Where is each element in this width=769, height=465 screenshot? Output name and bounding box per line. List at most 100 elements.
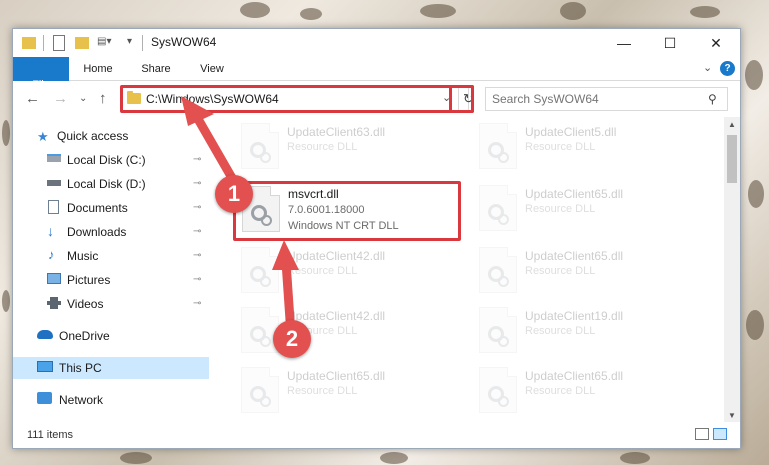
file-item[interactable]: UpdateClient65.dll Resource DLL [471,243,699,299]
navigation-bar: ← → ⌄ ↑ C:\Windows\SysWOW64 ⌄ ↻ ⚲ [13,81,740,117]
status-bar: 111 items [13,422,740,448]
recent-locations-button[interactable]: ⌄ [79,93,87,104]
file-description: Resource DLL [287,385,358,397]
file-description: Resource DLL [525,385,596,397]
sidebar-item-label: Local Disk (C:) [67,153,146,167]
sidebar-item-label: Documents [67,201,128,215]
file-item[interactable]: UpdateClient63.dll Resource DLL [233,119,461,175]
sidebar-item-local-disk-c[interactable]: Local Disk (C:) ⊸ [13,149,209,171]
file-description: Resource DLL [525,265,596,277]
pin-icon[interactable]: ⊸ [193,298,201,309]
file-list: UpdateClient63.dll Resource DLL UpdateCl… [209,117,724,422]
monitor-icon [37,361,53,372]
file-version: 7.0.6001.18000 [288,204,365,216]
maximize-button[interactable]: ☐ [647,29,693,57]
pin-icon[interactable]: ⊸ [193,274,201,285]
sidebar-item-label: OneDrive [59,329,110,343]
details-view-icon[interactable] [695,428,709,440]
properties-icon[interactable] [53,35,65,51]
sidebar-item-onedrive[interactable]: OneDrive [13,325,209,347]
sidebar-item-network[interactable]: Network [13,389,209,411]
dll-file-icon [479,123,517,169]
sidebar-item-documents[interactable]: Documents ⊸ [13,197,209,219]
file-item-msvcrt[interactable]: msvcrt.dll 7.0.6001.18000 Windows NT CRT… [233,181,461,241]
large-icons-view-icon[interactable] [713,428,727,440]
downloads-icon: ↓ [47,223,54,239]
customize-toolbar-icon[interactable]: ▤▾ [97,36,125,52]
file-description: Resource DLL [525,203,596,215]
separator [43,35,44,51]
step-1-badge: 1 [215,175,253,213]
file-name: UpdateClient65.dll [525,249,624,263]
dll-file-icon [479,307,517,353]
sidebar-item-quick-access[interactable]: ★ Quick access [13,125,209,147]
pin-icon[interactable]: ⊸ [193,178,201,189]
toolbar-dropdown-icon[interactable]: ▾ [127,36,137,52]
file-name: UpdateClient65.dll [287,369,386,383]
search-box[interactable]: ⚲ [485,87,728,111]
pin-icon[interactable]: ⊸ [193,250,201,261]
sidebar-item-this-pc[interactable]: This PC [13,357,209,379]
sidebar-item-local-disk-d[interactable]: Local Disk (D:) ⊸ [13,173,209,195]
back-button[interactable]: ← [25,90,40,107]
file-item[interactable]: UpdateClient19.dll Resource DLL [471,303,699,359]
sidebar-item-pictures[interactable]: Pictures ⊸ [13,269,209,291]
help-icon[interactable]: ? [720,61,735,76]
scroll-down-arrow-icon[interactable]: ▼ [724,408,740,422]
chevron-down-icon[interactable]: ⌄ [703,61,712,74]
tab-home[interactable]: Home [73,57,123,81]
file-name: UpdateClient42.dll [287,249,386,263]
music-icon: ♪ [48,247,55,262]
folder-icon [22,37,36,49]
file-item[interactable]: UpdateClient65.dll Resource DLL [471,363,699,419]
ribbon-tabs: File Home Share View ⌄ ? [13,57,740,113]
sidebar-item-label: Videos [67,297,104,311]
sidebar-item-downloads[interactable]: ↓ Downloads ⊸ [13,221,209,243]
explorer-window: ▤▾ ▾ SysWOW64 — ☐ ✕ File Home Share View… [12,28,741,449]
drive-icon [47,154,61,162]
dll-file-icon [241,123,279,169]
dll-file-icon [479,185,517,231]
scroll-thumb[interactable] [727,135,737,183]
sidebar-item-label: Pictures [67,273,111,287]
new-folder-icon[interactable] [75,37,89,49]
drive-icon [47,180,61,186]
refresh-highlight-box [449,85,474,113]
file-item[interactable]: UpdateClient65.dll Resource DLL [233,363,461,419]
tab-view[interactable]: View [187,57,237,81]
file-name: UpdateClient42.dll [287,309,386,323]
search-icon[interactable]: ⚲ [708,92,717,106]
minimize-button[interactable]: — [601,29,647,57]
search-input[interactable] [492,91,702,107]
file-name: UpdateClient19.dll [525,309,624,323]
file-item[interactable]: UpdateClient42.dll Resource DLL [233,243,461,299]
file-item[interactable]: UpdateClient5.dll Resource DLL [471,119,699,175]
vertical-scrollbar[interactable]: ▲ ▼ [724,117,740,422]
file-name: UpdateClient65.dll [525,369,624,383]
pin-icon[interactable]: ⊸ [193,154,201,165]
file-description: Resource DLL [525,325,596,337]
up-button[interactable]: ↑ [99,90,107,107]
tab-share[interactable]: Share [131,57,181,81]
pin-icon[interactable]: ⊸ [193,202,201,213]
file-description: Resource DLL [287,265,358,277]
address-highlight-box [120,85,474,113]
forward-button[interactable]: → [53,90,68,107]
sidebar-item-videos[interactable]: Videos ⊸ [13,293,209,315]
file-description: Resource DLL [525,141,596,153]
close-button[interactable]: ✕ [693,29,739,57]
sidebar-item-label: Local Disk (D:) [67,177,146,191]
navigation-pane: ★ Quick access Local Disk (C:) ⊸ Local D… [13,117,209,422]
file-item[interactable]: UpdateClient65.dll Resource DLL [471,181,699,237]
scroll-up-arrow-icon[interactable]: ▲ [724,117,740,131]
dll-file-icon [241,247,279,293]
pin-icon[interactable]: ⊸ [193,226,201,237]
file-item[interactable]: UpdateClient42.dll Resource DLL [233,303,461,359]
file-name: msvcrt.dll [288,187,339,201]
sidebar-item-label: Network [59,393,104,407]
file-name: UpdateClient65.dll [525,187,624,201]
item-count: 111 items [27,429,74,441]
network-icon [37,392,52,404]
sidebar-item-music[interactable]: ♪ Music ⊸ [13,245,209,267]
file-description: Resource DLL [287,141,358,153]
